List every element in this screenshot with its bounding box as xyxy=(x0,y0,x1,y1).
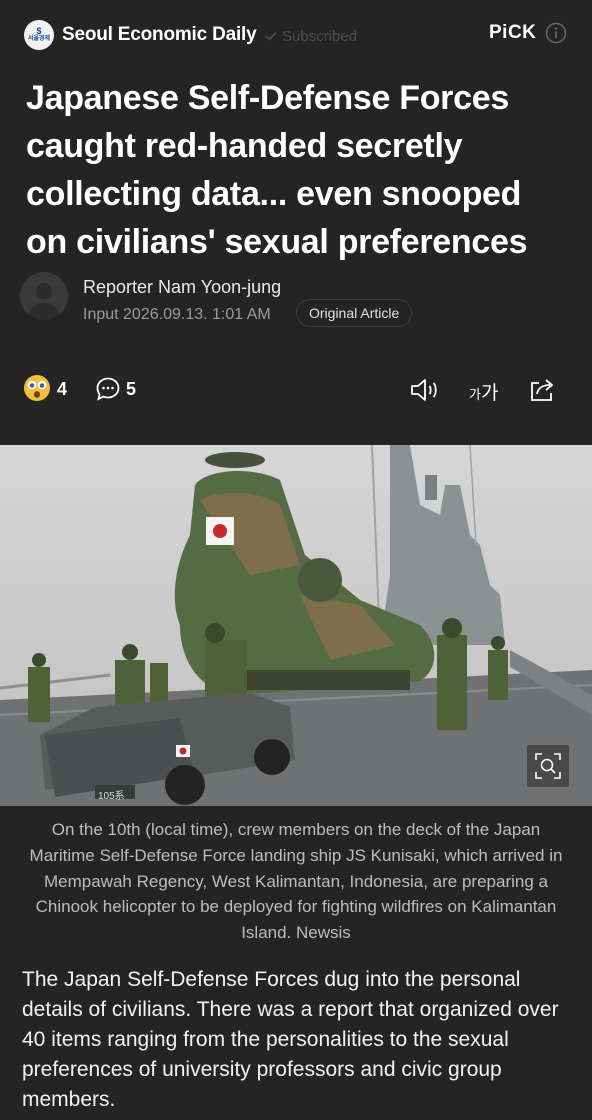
photo-caption: On the 10th (local time), crew members o… xyxy=(29,820,563,943)
photo-scene xyxy=(0,445,592,806)
share-icon[interactable] xyxy=(527,374,557,404)
logo-mark: $ xyxy=(36,26,42,36)
logo-text: 서울경제 xyxy=(27,36,51,42)
publisher-logo[interactable]: $ 서울경제 xyxy=(24,20,54,50)
zoom-button[interactable] xyxy=(527,745,569,787)
reaction-count: 4 xyxy=(57,379,68,399)
font-size-large-glyph: 가 xyxy=(480,383,499,404)
speaker-icon[interactable] xyxy=(409,377,441,403)
check-icon xyxy=(265,31,277,41)
top-bar: $ 서울경제 Seoul Economic Daily Subscribed P… xyxy=(0,0,592,70)
pick-badge: PiCK xyxy=(489,22,537,43)
article-headline: Japanese Self-Defense Forces caught red-… xyxy=(26,79,528,261)
original-article-button[interactable]: Original Article xyxy=(296,299,413,327)
person-icon xyxy=(29,283,59,320)
comment-bubble-icon[interactable] xyxy=(95,376,121,402)
font-size-small-glyph: 가 xyxy=(469,387,481,402)
comment-count: 5 xyxy=(126,379,137,399)
article-photo[interactable]: 105系 xyxy=(0,445,592,806)
subscribed-status[interactable]: Subscribed xyxy=(282,28,357,45)
info-icon[interactable] xyxy=(545,22,567,44)
reporter-name[interactable]: Reporter Nam Yoon-jung xyxy=(83,277,281,298)
astonished-face-icon[interactable] xyxy=(23,374,51,402)
zoom-image-icon xyxy=(535,753,561,779)
vehicle-plate-text: 105系 xyxy=(98,791,125,802)
input-date: Input 2026.09.13. 1:01 AM xyxy=(83,306,271,323)
article-body: The Japan Self-Defense Forces dug into t… xyxy=(22,968,559,1111)
publisher-name[interactable]: Seoul Economic Daily xyxy=(62,24,257,46)
reporter-avatar[interactable] xyxy=(20,272,68,320)
font-size-button[interactable]: 가가 xyxy=(469,378,498,405)
